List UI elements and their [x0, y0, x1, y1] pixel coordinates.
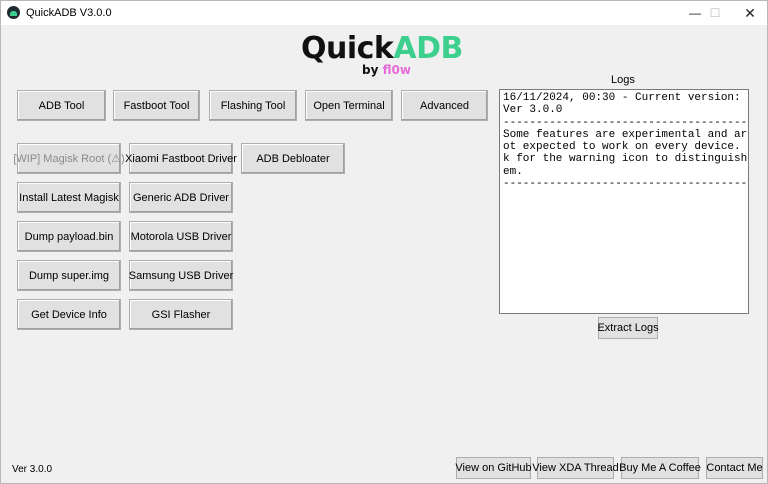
- log-line: Some features are experimental and are n: [503, 128, 749, 141]
- title-bar: QuickADB V3.0.0 — ☐ ✕: [1, 1, 767, 25]
- log-line: k for the warning icon to distinguish th: [503, 153, 749, 166]
- fastboot-tool-button[interactable]: Fastboot Tool: [113, 90, 200, 121]
- install-latest-magisk-button[interactable]: Install Latest Magisk: [17, 182, 121, 213]
- logs-textbox[interactable]: 16/11/2024, 00:30 - Current version: Ver…: [499, 89, 749, 314]
- motorola-usb-driver-button[interactable]: Motorola USB Driver: [129, 221, 233, 252]
- view-on-github-button[interactable]: View on GitHub: [455, 457, 532, 479]
- maximize-icon: ☐: [709, 6, 721, 20]
- log-line: ----------------------------------------: [503, 178, 749, 191]
- extract-logs-button[interactable]: Extract Logs: [597, 317, 659, 339]
- generic-adb-driver-button[interactable]: Generic ADB Driver: [129, 182, 233, 213]
- logo-by-text: by: [362, 63, 383, 77]
- log-line: em.: [503, 165, 523, 178]
- log-line: 16/11/2024, 00:30 - Current version:: [503, 92, 741, 104]
- magisk-root-button[interactable]: [WIP] Magisk Root (⚠): [13, 143, 125, 174]
- adb-tool-button[interactable]: ADB Tool: [17, 90, 106, 121]
- logo-wordmark: QuickADB: [301, 31, 463, 66]
- dump-payload-button[interactable]: Dump payload.bin: [17, 221, 121, 252]
- gsi-flasher-button[interactable]: GSI Flasher: [129, 299, 233, 330]
- logo-byline: by fl0w: [362, 63, 411, 77]
- log-line: Ver 3.0.0: [503, 104, 563, 117]
- dump-super-button[interactable]: Dump super.img: [17, 260, 121, 291]
- samsung-usb-driver-button[interactable]: Samsung USB Driver: [129, 260, 233, 291]
- advanced-button[interactable]: Advanced: [401, 90, 488, 121]
- get-device-info-button[interactable]: Get Device Info: [17, 299, 121, 330]
- logo-author-text: fl0w: [382, 63, 411, 77]
- app-window: QuickADB V3.0.0 — ☐ ✕ QuickADB by fl0w A…: [0, 0, 768, 484]
- window-title: QuickADB V3.0.0: [26, 7, 112, 19]
- flashing-tool-button[interactable]: Flashing Tool: [209, 90, 297, 121]
- version-label: Ver 3.0.0: [12, 464, 53, 475]
- log-line: ----------------------------------------: [503, 116, 749, 129]
- close-icon[interactable]: ✕: [732, 1, 768, 25]
- logo-adb-text: ADB: [393, 31, 463, 66]
- view-xda-thread-button[interactable]: View XDA Thread: [532, 457, 619, 479]
- quickadb-logo: QuickADB by fl0w: [301, 31, 471, 79]
- log-line: ot expected to work on every device. Loo: [503, 141, 749, 154]
- logo-quick-text: Quick: [301, 31, 394, 66]
- buy-me-a-coffee-button[interactable]: Buy Me A Coffee: [619, 457, 701, 479]
- adb-debloater-button[interactable]: ADB Debloater: [241, 143, 345, 174]
- open-terminal-button[interactable]: Open Terminal: [305, 90, 393, 121]
- logs-label: Logs: [611, 74, 635, 86]
- app-logo-icon: [7, 6, 20, 19]
- xiaomi-fastboot-driver-button[interactable]: Xiaomi Fastboot Driver: [125, 143, 237, 174]
- contact-me-button[interactable]: Contact Me: [706, 457, 763, 479]
